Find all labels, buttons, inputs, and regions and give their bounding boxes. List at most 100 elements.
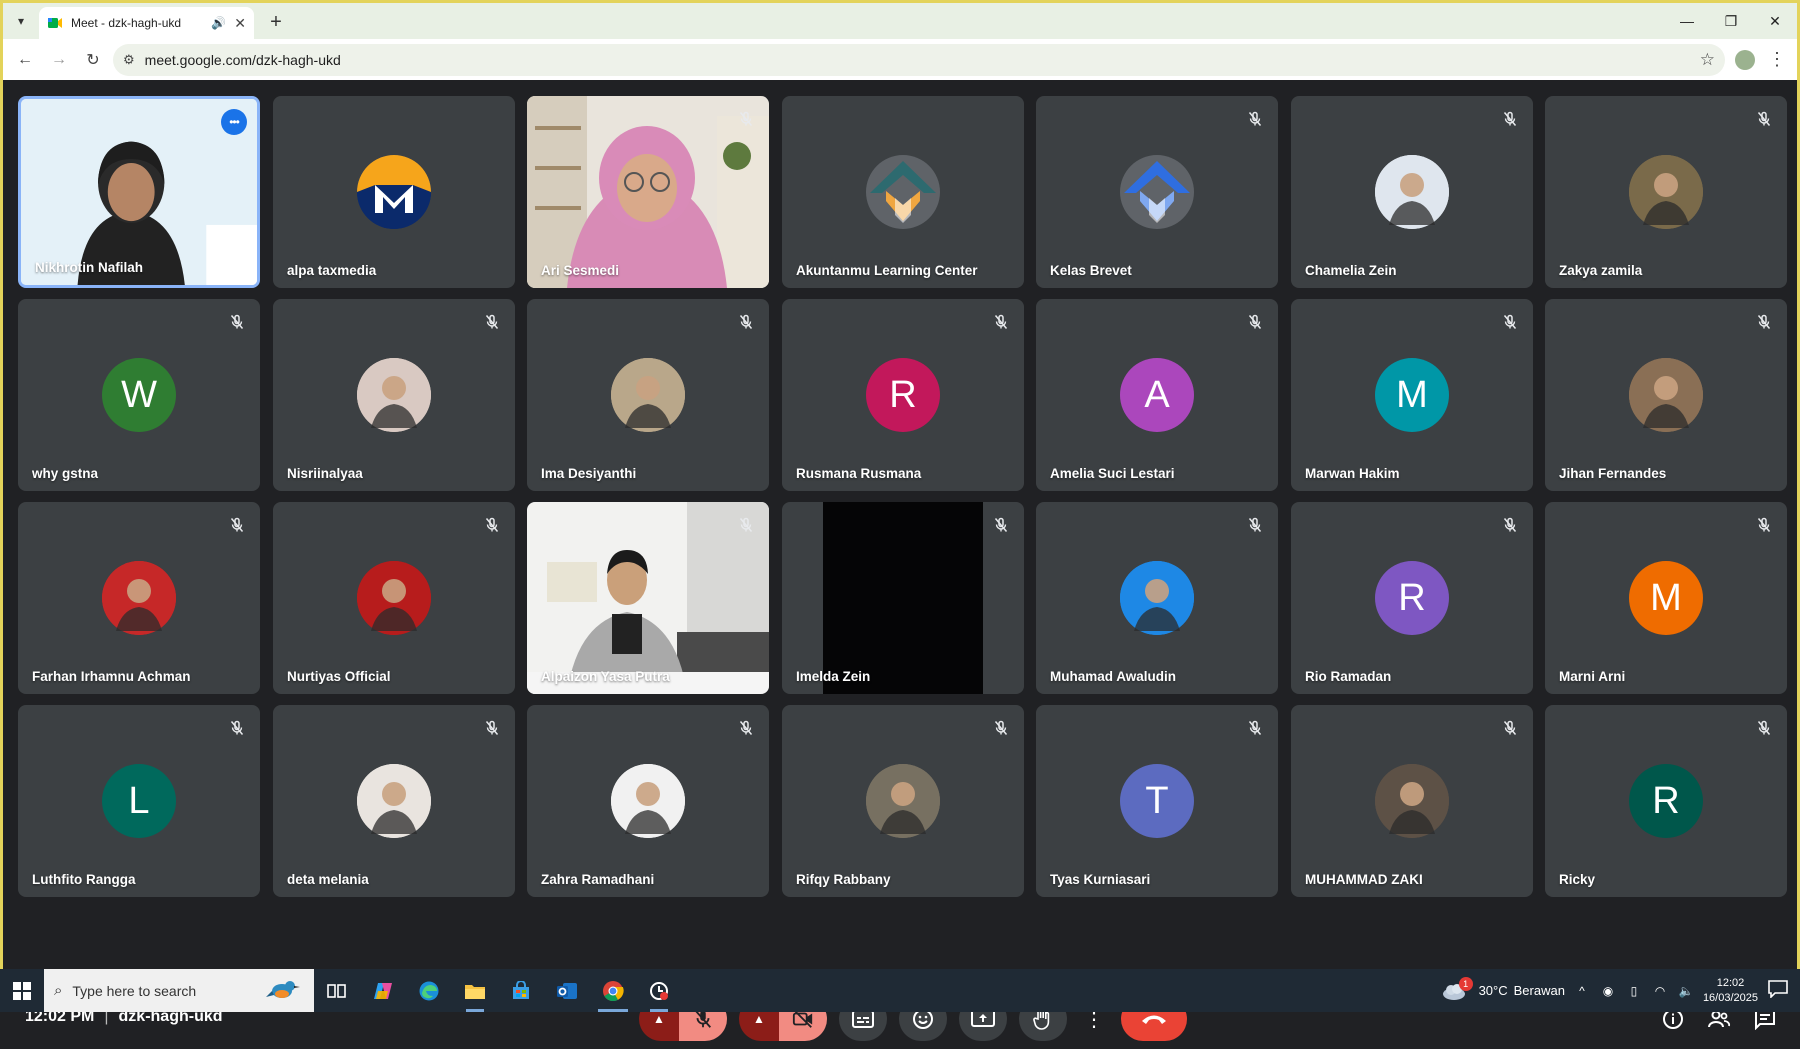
participant-tile[interactable]: R Rio Ramadan [1291,502,1533,694]
participant-tile[interactable]: deta melania [273,705,515,897]
participant-tile[interactable]: MUHAMMAD ZAKI [1291,705,1533,897]
location-icon[interactable]: ◉ [1599,984,1617,998]
participant-tile[interactable]: Kelas Brevet [1036,96,1278,288]
site-info-icon[interactable]: ⚙ [123,52,135,68]
tab-meet[interactable]: Meet - dzk-hagh-ukd 🔊 ✕ [39,7,254,39]
profile-picture [357,358,431,432]
outlook-icon[interactable] [544,969,590,1012]
profile-picture [357,155,431,229]
participant-tile[interactable]: M Marwan Hakim [1291,299,1533,491]
weather-condition: Berawan [1513,983,1565,998]
participant-tile[interactable]: Wwhy gstna [18,299,260,491]
participant-tile[interactable]: Farhan Irhamnu Achman [18,502,260,694]
participant-tile[interactable]: R Rusmana Rusmana [782,299,1024,491]
volume-icon[interactable]: 🔈 [1677,984,1695,998]
chevron-up-icon[interactable]: ^ [1573,984,1591,998]
mic-muted-icon [226,514,248,536]
camera-feed [527,502,769,694]
profile-picture [1629,155,1703,229]
file-explorer-icon[interactable] [452,969,498,1012]
participant-tile[interactable]: Chamelia Zein [1291,96,1533,288]
participant-tile[interactable]: Ari Sesmedi [527,96,769,288]
screen-recorder-icon[interactable] [636,969,682,1012]
participant-tile[interactable]: M Marni Arni [1545,502,1787,694]
profile-picture [1375,155,1449,229]
participant-tile[interactable]: alpa taxmedia [273,96,515,288]
participant-tile[interactable]: T Tyas Kurniasari [1036,705,1278,897]
taskbar-clock[interactable]: 12:02 16/03/2025 [1703,976,1758,1006]
new-tab-button[interactable]: + [262,8,290,36]
close-tab-icon[interactable]: ✕ [234,15,246,32]
audio-playing-icon[interactable]: 🔊 [211,16,226,30]
windows-start-icon[interactable] [0,969,44,1012]
initial-avatar: M [1375,358,1449,432]
profile-avatar[interactable] [1731,46,1759,74]
back-icon[interactable]: ← [11,46,39,74]
participant-tile[interactable]: A Amelia Suci Lestari [1036,299,1278,491]
participant-name: MUHAMMAD ZAKI [1305,872,1423,887]
participant-name: Rifqy Rabbany [796,872,891,887]
profile-picture [1120,561,1194,635]
mic-muted-icon [1499,311,1521,333]
profile-picture [357,764,431,838]
browser-menu-icon[interactable]: ⋮ [1765,49,1789,70]
participant-name: Chamelia Zein [1305,263,1397,278]
mic-muted-icon [1753,514,1775,536]
participant-tile[interactable]: Muhamad Awaludin [1036,502,1278,694]
participant-name: Ari Sesmedi [541,263,620,278]
taskbar-date: 16/03/2025 [1702,991,1758,1004]
wifi-icon[interactable]: ◠ [1651,984,1669,998]
tab-search-button[interactable]: ▾ [7,7,35,35]
edge-icon[interactable] [406,969,452,1012]
window-controls: — ❐ ✕ [1665,3,1797,39]
people-icon [1708,1010,1731,1028]
bookmark-star-icon[interactable]: ☆ [1700,50,1715,70]
participant-tile[interactable]: Zakya zamila [1545,96,1787,288]
participant-name: Ricky [1559,872,1596,887]
more-options-icon[interactable]: ••• [221,109,247,135]
participant-tile[interactable]: Nurtiyas Official [273,502,515,694]
mic-muted-icon [990,717,1012,739]
copilot-icon[interactable] [360,969,406,1012]
microsoft-store-icon[interactable] [498,969,544,1012]
participant-tile[interactable]: Imelda Zein [782,502,1024,694]
meet-stage: ••• Nikhrotin Nafilah alpa taxmedia Ari Ses… [0,80,1800,1041]
participant-tile[interactable]: ••• Nikhrotin Nafilah [18,96,260,288]
participant-name: why gstna [32,466,99,481]
restore-icon[interactable]: ❐ [1709,3,1753,39]
forward-icon[interactable]: → [45,46,73,74]
mic-muted-icon [1244,311,1266,333]
participant-name: Zakya zamila [1559,263,1643,278]
participant-tile[interactable]: L Luthfito Rangga [18,705,260,897]
initial-avatar: L [102,764,176,838]
url-text[interactable]: meet.google.com/dzk-hagh-ukd [145,52,1690,68]
mic-muted-icon [735,717,757,739]
minimize-icon[interactable]: — [1665,3,1709,39]
participant-tile[interactable]: Nisriinalyaa [273,299,515,491]
participant-name: Marwan Hakim [1305,466,1400,481]
tab-strip: ▾ Meet - dzk-hagh-ukd 🔊 ✕ + — ❐ ✕ [3,3,1797,39]
chrome-icon[interactable] [590,969,636,1012]
battery-icon[interactable]: ▯ [1625,984,1643,998]
address-bar[interactable]: ⚙ meet.google.com/dzk-hagh-ukd ☆ [113,43,1725,76]
participant-tile[interactable]: Jihan Fernandes [1545,299,1787,491]
tab-title: Meet - dzk-hagh-ukd [71,16,182,30]
notifications-icon[interactable] [1766,980,1790,1001]
profile-picture [866,764,940,838]
task-view-icon[interactable] [314,969,360,1012]
participant-tile[interactable]: Akuntanmu Learning Center [782,96,1024,288]
close-window-icon[interactable]: ✕ [1753,3,1797,39]
participant-tile[interactable]: Alpaizon Yasa Putra [527,502,769,694]
mic-muted-icon [481,311,503,333]
participant-tile[interactable]: Zahra Ramadhani [527,705,769,897]
browser-toolbar: ← → ↻ ⚙ meet.google.com/dzk-hagh-ukd ☆ ⋮ [3,39,1797,80]
weather-widget[interactable]: 1 30°C Berawan [1441,976,1565,1001]
mic-muted-icon [226,717,248,739]
taskbar-search-box[interactable]: ⌕ Type here to search [44,969,314,1012]
participant-name: Tyas Kurniasari [1050,872,1151,887]
reload-icon[interactable]: ↻ [79,46,107,74]
participant-tile[interactable]: R Ricky [1545,705,1787,897]
participant-tile[interactable]: Ima Desiyanthi [527,299,769,491]
mic-muted-icon [1244,717,1266,739]
participant-tile[interactable]: Rifqy Rabbany [782,705,1024,897]
